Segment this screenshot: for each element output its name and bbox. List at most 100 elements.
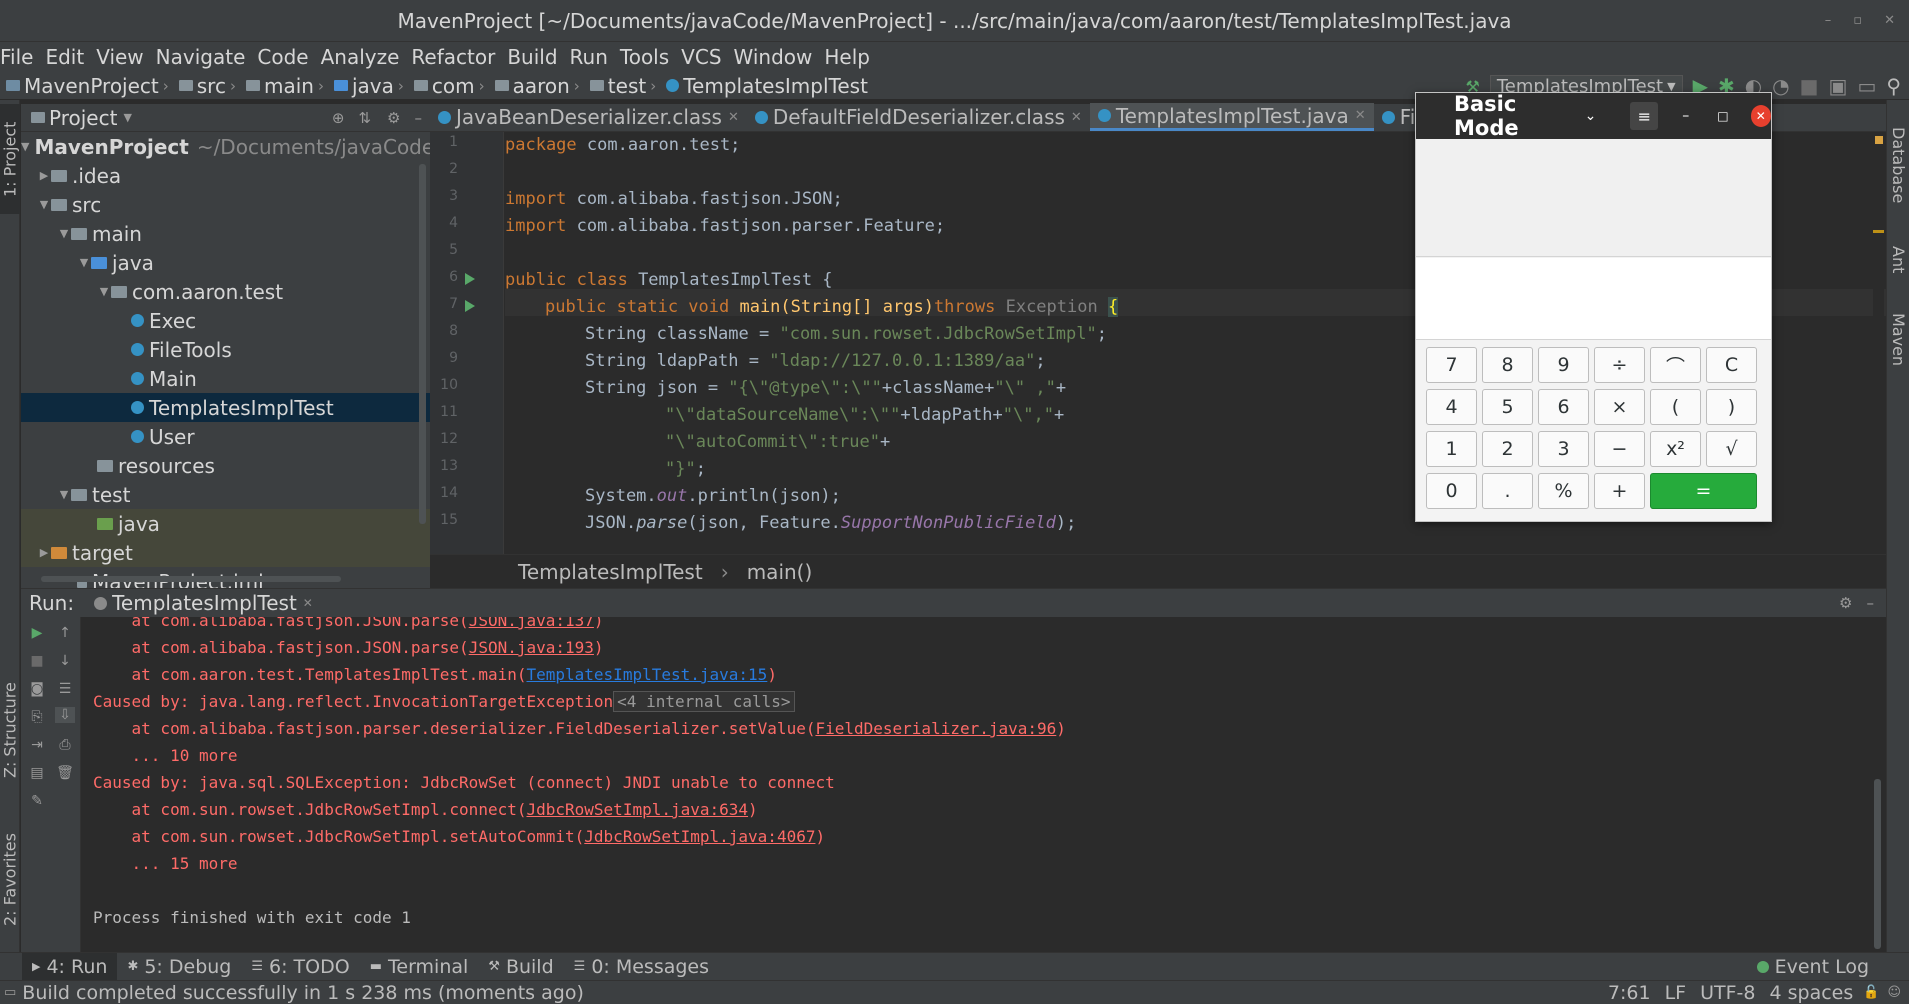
scroll-down-icon[interactable]: ↓ xyxy=(55,653,75,669)
breadcrumb-aaron[interactable]: aaron xyxy=(489,74,570,98)
scroll-up-icon[interactable]: ↑ xyxy=(55,625,75,641)
key-7[interactable]: 7 xyxy=(1426,347,1477,383)
key-equals[interactable]: = xyxy=(1650,473,1757,509)
key-4[interactable]: 4 xyxy=(1426,389,1477,425)
maximize-icon[interactable]: □ xyxy=(1717,109,1728,123)
tab-todo[interactable]: ☰ 6: TODO xyxy=(241,953,359,981)
menu-run[interactable]: Run xyxy=(570,45,608,69)
menu-navigate[interactable]: Navigate xyxy=(156,45,246,69)
key-divide[interactable]: ÷ xyxy=(1594,347,1645,383)
camera-icon[interactable]: ◙ xyxy=(27,681,47,697)
tree-item-target[interactable]: ▶ target xyxy=(21,538,430,567)
breadcrumb-com[interactable]: com xyxy=(408,74,475,98)
run-tab[interactable]: TemplatesImplTest xyxy=(112,591,297,615)
editor-breadcrumb-class[interactable]: TemplatesImplTest xyxy=(518,560,703,584)
source-link[interactable]: JSON.java:193 xyxy=(469,638,594,657)
layout-icon[interactable]: ▤ xyxy=(27,765,47,781)
menu-tools[interactable]: Tools xyxy=(620,45,669,69)
menu-refactor[interactable]: Refactor xyxy=(411,45,495,69)
restore-icon[interactable]: ▫ xyxy=(1853,0,1862,42)
menu-vcs[interactable]: VCS xyxy=(681,45,721,69)
menu-analyze[interactable]: Analyze xyxy=(321,45,400,69)
tree-item-main-class[interactable]: Main xyxy=(21,364,430,393)
key-2[interactable]: 2 xyxy=(1482,431,1533,467)
lock-icon[interactable]: 🔓 xyxy=(1863,985,1879,1000)
status-message[interactable]: Build completed successfully in 1 s 238 … xyxy=(22,982,584,1004)
menu-file[interactable]: File xyxy=(0,45,33,69)
key-multiply[interactable]: × xyxy=(1594,389,1645,425)
project-tool-tab[interactable]: 1: Project xyxy=(0,104,20,214)
tab-defaultfielddeserializer[interactable]: DefaultFieldDeserializer.class ✕ xyxy=(747,103,1090,131)
key-5[interactable]: 5 xyxy=(1482,389,1533,425)
close-icon[interactable]: ✕ xyxy=(1071,110,1082,125)
menu-window[interactable]: Window xyxy=(734,45,813,69)
expand-icon[interactable]: ▼ xyxy=(77,256,91,269)
ant-tool-tab[interactable]: Ant xyxy=(1887,230,1909,290)
chevron-down-icon[interactable]: ⌄ xyxy=(1585,108,1597,124)
tree-item-idea[interactable]: ▶ .idea xyxy=(21,161,430,190)
tree-item-resources[interactable]: resources xyxy=(21,451,430,480)
file-encoding[interactable]: UTF-8 xyxy=(1700,982,1755,1004)
indent-setting[interactable]: 4 spaces xyxy=(1769,982,1853,1004)
horizontal-scrollbar[interactable] xyxy=(41,576,341,582)
tree-item-src[interactable]: ▼ src xyxy=(21,190,430,219)
stop-icon[interactable]: ■ xyxy=(1800,74,1819,98)
warning-marker[interactable] xyxy=(1875,136,1883,144)
collapse-all-icon[interactable]: ⇅ xyxy=(358,109,371,127)
tree-item-test[interactable]: ▼ test xyxy=(21,480,430,509)
tree-item-exec[interactable]: Exec xyxy=(21,306,430,335)
hide-icon[interactable]: – xyxy=(1867,594,1875,612)
tree-item-user[interactable]: User xyxy=(21,422,430,451)
gear-icon[interactable]: ⚙ xyxy=(1839,594,1852,612)
restore-layout-icon[interactable]: ⎘ xyxy=(27,709,47,725)
source-link[interactable]: TemplatesImplTest.java:15 xyxy=(526,665,767,684)
source-link[interactable]: FieldDeserializer.java:96 xyxy=(815,719,1056,738)
database-tool-tab[interactable]: Database xyxy=(1887,110,1909,220)
collapse-icon[interactable]: ▶ xyxy=(37,546,51,559)
key-open-paren[interactable]: ( xyxy=(1650,389,1701,425)
breadcrumb-test[interactable]: test xyxy=(584,74,646,98)
minimize-icon[interactable]: – xyxy=(1682,108,1689,124)
key-3[interactable]: 3 xyxy=(1538,431,1589,467)
key-square[interactable]: x² xyxy=(1650,431,1701,467)
structure-tool-tab[interactable]: Z: Structure xyxy=(0,670,20,790)
tree-item-root[interactable]: ▼ MavenProject ~/Documents/javaCode/M xyxy=(21,132,430,161)
tree-item-main[interactable]: ▼ main xyxy=(21,219,430,248)
console-scrollbar[interactable] xyxy=(1874,779,1881,949)
status-toggle-icon[interactable]: ▭ xyxy=(4,985,16,1000)
exit-icon[interactable]: ⇥ xyxy=(27,737,47,753)
gear-icon[interactable]: ⚙ xyxy=(387,109,400,127)
breadcrumb-src[interactable]: src xyxy=(173,74,226,98)
close-icon[interactable]: ✕ xyxy=(1884,0,1895,42)
expand-icon[interactable]: ▼ xyxy=(21,140,29,153)
tab-debug[interactable]: ✱ 5: Debug xyxy=(117,953,241,981)
key-1[interactable]: 1 xyxy=(1426,431,1477,467)
menu-code[interactable]: Code xyxy=(257,45,308,69)
breadcrumb-class[interactable]: TemplatesImplTest xyxy=(660,74,868,98)
breadcrumb-main[interactable]: main xyxy=(240,74,314,98)
source-link[interactable]: JdbcRowSetImpl.java:634 xyxy=(526,800,748,819)
tab-templatesimpltest[interactable]: TemplatesImplTest.java ✕ xyxy=(1089,103,1374,131)
menu-help[interactable]: Help xyxy=(824,45,870,69)
search-icon[interactable]: ⚲ xyxy=(1886,74,1901,98)
expand-icon[interactable]: ▼ xyxy=(37,198,51,211)
hamburger-menu-icon[interactable]: ≡ xyxy=(1630,102,1659,130)
pin-icon[interactable]: ✎ xyxy=(27,793,47,809)
key-8[interactable]: 8 xyxy=(1482,347,1533,383)
tab-event-log[interactable]: Event Log xyxy=(1747,953,1879,981)
line-separator[interactable]: LF xyxy=(1665,982,1687,1004)
print-icon[interactable]: ⎙ xyxy=(55,737,75,753)
key-close-paren[interactable]: ) xyxy=(1706,389,1757,425)
key-subtract[interactable]: − xyxy=(1594,431,1645,467)
menu-view[interactable]: View xyxy=(96,45,143,69)
breadcrumb-project[interactable]: MavenProject xyxy=(0,74,159,98)
minimize-icon[interactable]: – xyxy=(1825,0,1832,42)
soft-wrap-icon[interactable]: ☰ xyxy=(55,681,75,697)
close-icon[interactable]: ✕ xyxy=(1355,108,1366,123)
tab-javabeandeserializer[interactable]: JavaBeanDeserializer.class ✕ xyxy=(430,103,747,131)
breadcrumb-java[interactable]: java xyxy=(328,74,394,98)
inspector-icon[interactable]: ☺ xyxy=(1887,985,1901,1000)
collapse-icon[interactable]: ▶ xyxy=(37,169,51,182)
key-decimal[interactable]: . xyxy=(1482,473,1533,509)
sdk-icon[interactable]: ▭ xyxy=(1857,74,1876,98)
